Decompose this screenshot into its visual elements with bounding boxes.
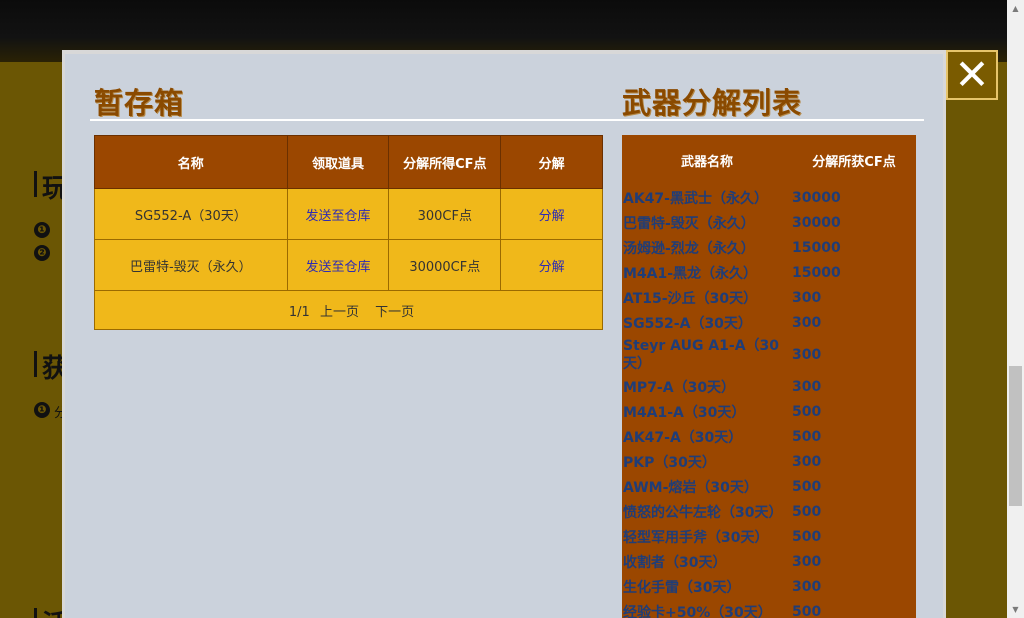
send-to-warehouse-link[interactable]: 发送至仓库: [305, 209, 370, 224]
weapon-cf-points: 300: [792, 314, 822, 331]
col-header-decompose: 分解: [500, 135, 603, 189]
weapon-name: 经验卡+50%（30天）: [623, 604, 772, 618]
item-points: 30000CF点: [388, 239, 502, 291]
list-item: 收割者（30天） 300: [622, 549, 916, 574]
weapon-name: 收割者（30天）: [623, 554, 727, 571]
bg-bullet-1: ❶: [34, 222, 50, 238]
col-header-cf-points: 分解所获CF点: [812, 154, 896, 170]
list-item: AT15-沙丘（30天） 300: [622, 285, 916, 310]
scroll-down-icon[interactable]: ▼: [1007, 601, 1024, 618]
weapon-name: AK47-A（30天）: [623, 429, 743, 446]
weapon-cf-points: 500: [792, 428, 822, 445]
pager-row: 1/1 上一页 下一页: [94, 290, 603, 330]
weapon-name: 轻型军用手斧（30天）: [623, 529, 769, 546]
weapon-name: MP7-A（30天）: [623, 379, 736, 396]
scroll-up-icon[interactable]: ▲: [1007, 0, 1024, 17]
weapon-name: SG552-A（30天）: [623, 315, 752, 332]
list-item: MP7-A（30天） 300: [622, 374, 916, 399]
weapon-cf-points: 500: [792, 503, 822, 520]
list-header: 武器名称 分解所获CF点: [622, 135, 916, 185]
weapon-name: M4A1-黑龙（永久）: [623, 265, 758, 282]
weapon-name: 巴雷特-毁灭（永久）: [623, 215, 755, 232]
weapon-cf-points: 300: [792, 453, 822, 470]
bg-bullet-2: ❷: [34, 245, 50, 261]
table-row: 巴雷特-毁灭（永久） 发送至仓库 30000CF点 分解: [94, 239, 603, 291]
heading-bar: [34, 608, 37, 618]
list-item: 愤怒的公牛左轮（30天） 500: [622, 499, 916, 524]
decompose-link[interactable]: 分解: [539, 260, 565, 275]
weapon-cf-points: 15000: [792, 239, 841, 256]
col-header-points: 分解所得CF点: [388, 135, 502, 189]
page-scrollbar[interactable]: ▲ ▼: [1007, 0, 1024, 618]
weapon-name: 汤姆逊-烈龙（永久）: [623, 240, 755, 257]
list-item: PKP（30天） 300: [622, 449, 916, 474]
list-item: Steyr AUG A1-A（30天） 300: [622, 335, 916, 374]
weapon-name: 生化手雷（30天）: [623, 579, 741, 596]
list-item: 巴雷特-毁灭（永久） 30000: [622, 210, 916, 235]
weapon-cf-points: 300: [792, 346, 822, 363]
table-header-row: 名称 领取道具 分解所得CF点 分解: [94, 135, 603, 189]
list-item: M4A1-A（30天） 500: [622, 399, 916, 424]
weapon-list-title: 武器分解列表: [622, 86, 803, 120]
weapon-name: AT15-沙丘（30天）: [623, 290, 758, 307]
weapon-cf-points: 300: [792, 578, 822, 595]
list-item: M4A1-黑龙（永久） 15000: [622, 260, 916, 285]
heading-bar: [34, 171, 37, 197]
close-button[interactable]: ✕: [946, 50, 998, 100]
weapon-decompose-list: 武器名称 分解所获CF点 AK47-黑武士（永久） 30000 巴雷特-毁灭（永久）…: [622, 135, 916, 618]
weapon-cf-points: 300: [792, 289, 822, 306]
storage-table: 名称 领取道具 分解所得CF点 分解 SG552-A（30天） 发送至仓库 30…: [94, 135, 603, 330]
weapon-cf-points: 500: [792, 603, 822, 618]
next-page-link[interactable]: 下一页: [375, 305, 414, 320]
storage-title: 暂存箱: [94, 86, 185, 120]
scroll-thumb[interactable]: [1009, 366, 1022, 506]
list-item: 轻型军用手斧（30天） 500: [622, 524, 916, 549]
title-divider: [90, 119, 924, 121]
list-item: 生化手雷（30天） 300: [622, 574, 916, 599]
page-indicator: 1/1: [288, 304, 310, 320]
col-header-name: 名称: [94, 135, 288, 189]
prev-page-link[interactable]: 上一页: [320, 305, 359, 320]
send-to-warehouse-link[interactable]: 发送至仓库: [305, 260, 370, 275]
list-item: 汤姆逊-烈龙（永久） 15000: [622, 235, 916, 260]
list-body: AK47-黑武士（永久） 30000 巴雷特-毁灭（永久） 30000 汤姆逊-烈龙（永…: [622, 185, 916, 618]
weapon-name: M4A1-A（30天）: [623, 404, 746, 421]
weapon-cf-points: 30000: [792, 189, 841, 206]
weapon-cf-points: 500: [792, 478, 822, 495]
list-item: AK47-黑武士（永久） 30000: [622, 185, 916, 210]
weapon-name: PKP（30天）: [623, 454, 716, 471]
pagination: 1/1 上一页 下一页: [94, 290, 603, 330]
item-name: 巴雷特-毁灭（永久）: [94, 239, 288, 291]
weapon-cf-points: 300: [792, 553, 822, 570]
decompose-link[interactable]: 分解: [539, 209, 565, 224]
col-header-claim: 领取道具: [286, 135, 390, 189]
list-item: 经验卡+50%（30天） 500: [622, 599, 916, 618]
item-points: 300CF点: [388, 188, 502, 240]
weapon-name: 愤怒的公牛左轮（30天）: [623, 504, 783, 521]
weapon-cf-points: 15000: [792, 264, 841, 281]
item-name: SG552-A（30天）: [94, 188, 288, 240]
weapon-cf-points: 500: [792, 528, 822, 545]
list-item: AK47-A（30天） 500: [622, 424, 916, 449]
weapon-cf-points: 30000: [792, 214, 841, 231]
heading-bar: [34, 351, 37, 377]
weapon-cf-points: 500: [792, 403, 822, 420]
weapon-name: AK47-黑武士（永久）: [623, 190, 768, 207]
col-header-weapon: 武器名称: [680, 154, 733, 170]
weapon-name: AWM-熔岩（30天）: [623, 479, 758, 496]
table-row: SG552-A（30天） 发送至仓库 300CF点 分解: [94, 188, 603, 240]
weapon-name: Steyr AUG A1-A（30天）: [623, 337, 780, 372]
weapon-cf-points: 300: [792, 378, 822, 395]
list-item: AWM-熔岩（30天） 500: [622, 474, 916, 499]
list-item: SG552-A（30天） 300: [622, 310, 916, 335]
bg-bullet-3: ❶: [34, 402, 50, 418]
